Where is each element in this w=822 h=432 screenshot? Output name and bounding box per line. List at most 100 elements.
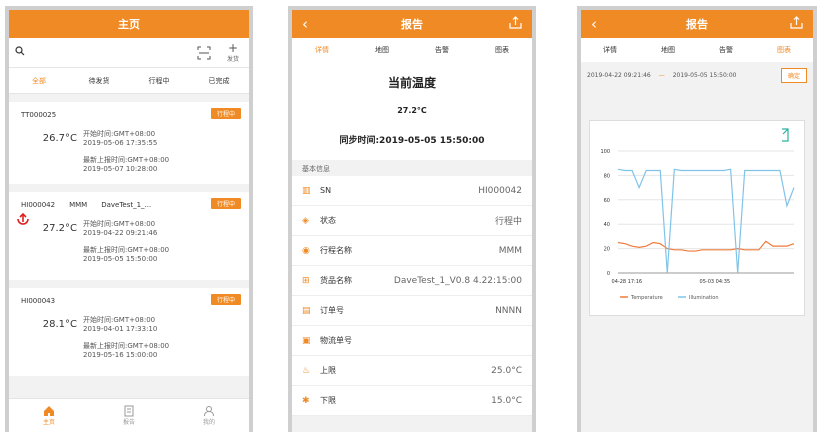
- info-row-sn: ▥ SN HI000042: [292, 176, 532, 206]
- info-label: 物流单号: [320, 336, 352, 345]
- tab-completed[interactable]: 已完成: [189, 68, 249, 93]
- info-label: 货品名称: [320, 276, 352, 285]
- info-value: DaveTest_1_V0.8 4.22:15:00: [393, 275, 522, 286]
- page-title: 报告: [401, 18, 423, 31]
- location-icon: ◉: [302, 245, 310, 256]
- series-line-temperature: [617, 240, 795, 252]
- line-chart: 0 20 40 60 80 100 04-28 17:16 05-03 04:35 Temper…: [600, 128, 795, 301]
- home-header: 主页: [9, 10, 249, 38]
- scan-icon: [197, 46, 211, 59]
- report-detail-screen: ‹ 报告 详情 地图 告警 图表 当前温度 27.2°C 同步时间:2019-0…: [288, 6, 536, 432]
- tab-map[interactable]: 地图: [352, 38, 412, 62]
- report-chart-screen: ‹ 报告 详情 地图 告警 图表 2019-04-22 09:21:46 — 2…: [577, 6, 817, 432]
- add-label: 发货: [226, 55, 239, 63]
- y-tick-label: 60: [604, 198, 610, 204]
- report-time-label: 最新上报时间:GMT+08:00: [83, 156, 170, 164]
- search-row: + 发货: [9, 38, 249, 68]
- back-icon[interactable]: ‹: [591, 15, 597, 33]
- barcode-icon: ▥: [302, 185, 311, 196]
- nav-home[interactable]: 主页: [9, 399, 89, 432]
- home-icon: [44, 406, 54, 416]
- y-tick-label: 0: [607, 271, 610, 277]
- tab-alarm[interactable]: 告警: [697, 38, 755, 62]
- tab-detail[interactable]: 详情: [292, 38, 352, 62]
- info-value: MMM: [498, 245, 522, 256]
- document-icon: ▤: [302, 305, 311, 316]
- search-input[interactable]: [13, 42, 191, 64]
- temperature-value: 26.7°C: [42, 133, 77, 144]
- report-tabs: 详情 地图 告警 图表: [581, 38, 813, 62]
- info-label: 订单号: [320, 306, 344, 315]
- y-tick-label: 40: [604, 222, 610, 228]
- info-row-logistics: ▣ 物流单号: [292, 326, 532, 356]
- tab-all[interactable]: 全部: [9, 68, 69, 93]
- x-tick-label: 04-28 17:16: [612, 279, 643, 285]
- info-value: 行程中: [494, 217, 522, 227]
- current-temp-title: 当前温度: [292, 62, 532, 100]
- date-range: 2019-04-22 09:21:46 — 2019-05-05 15:50:0…: [581, 62, 813, 88]
- start-time: 2019-05-06 17:35:55: [83, 139, 158, 147]
- tab-map[interactable]: 地图: [639, 38, 697, 62]
- fire-icon: ♨: [302, 365, 311, 376]
- start-time: 2019-04-01 17:33:10: [83, 325, 158, 333]
- shipment-card[interactable]: HI000042 MMM DaveTest_1_... 行程中 27.2°C 开…: [9, 192, 249, 280]
- plus-icon: +: [227, 40, 239, 55]
- info-row-order: ▤ 订单号 NNNN: [292, 296, 532, 326]
- tab-chart[interactable]: 图表: [755, 38, 813, 62]
- temperature-value: 28.1°C: [42, 319, 77, 330]
- nav-profile[interactable]: 我的: [169, 399, 249, 432]
- page-title: 报告: [686, 18, 708, 31]
- status-badge: 行程中: [210, 198, 241, 209]
- bottom-nav: 主页 报告 我的: [9, 398, 249, 432]
- query-button[interactable]: 确定: [780, 67, 807, 83]
- report-tabs: 详情 地图 告警 图表: [292, 38, 532, 62]
- nav-report[interactable]: 报告: [89, 399, 169, 432]
- legend-label: Temperature: [630, 295, 663, 301]
- info-value: 15.0°C: [491, 395, 522, 406]
- info-label: 状态: [320, 216, 336, 225]
- share-icon[interactable]: [790, 16, 803, 29]
- tab-chart[interactable]: 图表: [472, 38, 532, 62]
- tab-alarm[interactable]: 告警: [412, 38, 472, 62]
- current-temp-value: 27.2°C: [292, 100, 532, 128]
- alarm-icon: [15, 212, 31, 232]
- share-icon[interactable]: [509, 16, 522, 29]
- info-row-trip: ◉ 行程名称 MMM: [292, 236, 532, 266]
- info-row-upper: ♨ 上限 25.0°C: [292, 356, 532, 386]
- search-icon: [15, 45, 25, 55]
- shipment-card[interactable]: TT000025 行程中 26.7°C 开始时间:GMT+08:00 2019-…: [9, 102, 249, 184]
- add-shipment-button[interactable]: + 发货: [217, 40, 249, 66]
- report-time-label: 最新上报时间:GMT+08:00: [83, 342, 170, 350]
- info-value: NNNN: [495, 305, 522, 316]
- trip-name: MMM: [69, 201, 88, 209]
- chart-container: 0 20 40 60 80 100 04-28 17:16 05-03 04:35 Temper…: [589, 120, 805, 316]
- goods-icon: ⊞: [302, 275, 310, 286]
- back-icon[interactable]: ‹: [302, 15, 308, 33]
- start-time: 2019-04-22 09:21:46: [83, 229, 158, 237]
- tab-detail[interactable]: 详情: [581, 38, 639, 62]
- tab-pending[interactable]: 待发货: [69, 68, 129, 93]
- home-screen: 主页 + 发货 全部 待发货 行程中 已完成 TT000025 行程中 26.7…: [5, 6, 253, 432]
- info-row-lower: ✱ 下限 15.0°C: [292, 386, 532, 416]
- report-time-label: 最新上报时间:GMT+08:00: [83, 246, 170, 254]
- date-separator: —: [658, 71, 665, 79]
- info-value: HI000042: [478, 185, 522, 196]
- info-row-status: ◈ 状态 行程中: [292, 206, 532, 236]
- scan-button[interactable]: [191, 42, 217, 64]
- report-header: ‹ 报告: [581, 10, 813, 38]
- report-icon: [124, 405, 134, 417]
- info-label: 行程名称: [320, 246, 352, 255]
- info-label: 上限: [320, 366, 336, 375]
- user-icon: [204, 406, 214, 417]
- sync-time: 同步时间:2019-05-05 15:50:00: [292, 128, 532, 160]
- tab-in-transit[interactable]: 行程中: [129, 68, 189, 93]
- info-label: 下限: [320, 396, 336, 405]
- nav-home-label: 主页: [42, 419, 55, 426]
- status-icon: ◈: [302, 215, 309, 226]
- info-row-goods: ⊞ 货品名称 DaveTest_1_V0.8 4.22:15:00: [292, 266, 532, 296]
- date-from[interactable]: 2019-04-22 09:21:46: [587, 72, 651, 79]
- snow-icon: ✱: [302, 395, 310, 406]
- date-to[interactable]: 2019-05-05 15:50:00: [673, 72, 737, 79]
- shipment-card[interactable]: HI000043 行程中 28.1°C 开始时间:GMT+08:00 2019-…: [9, 288, 249, 376]
- y-tick-label: 100: [600, 149, 610, 155]
